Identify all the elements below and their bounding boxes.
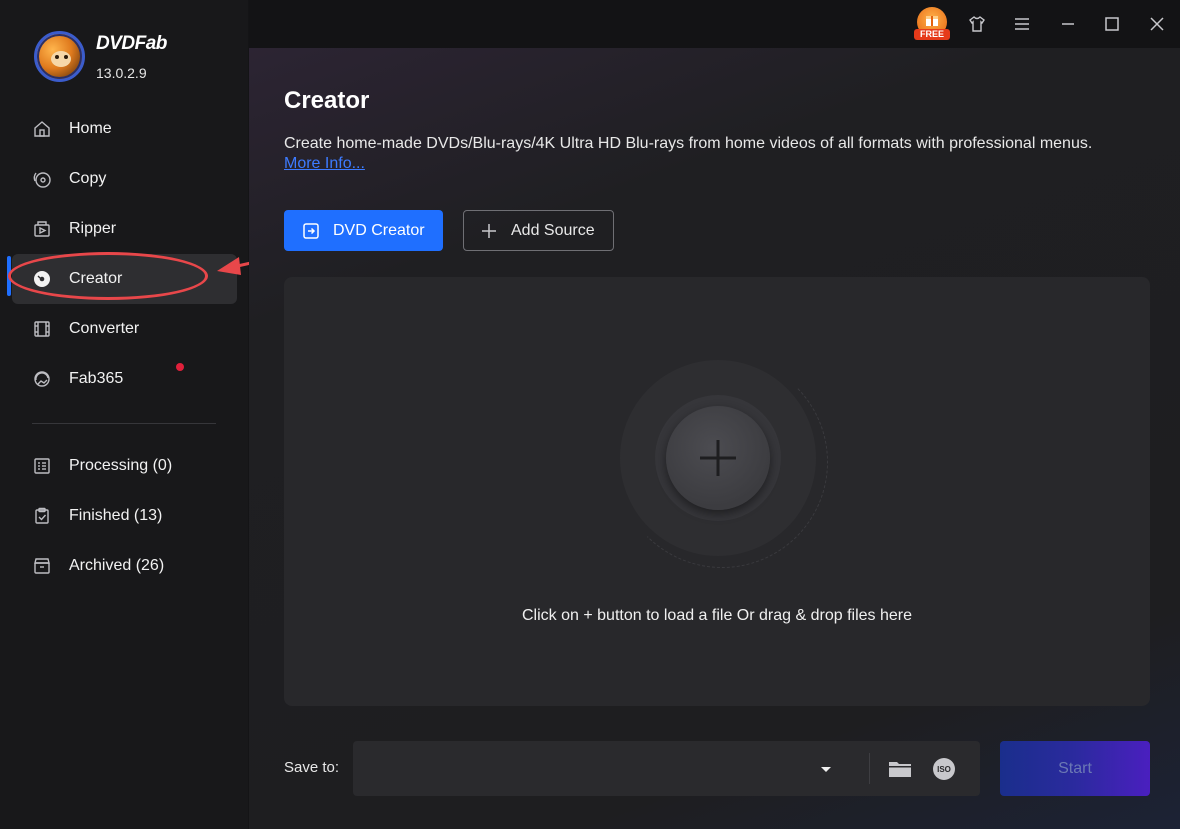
sidebar-item-label: Home (69, 120, 112, 137)
main-panel: Creator Create home-made DVDs/Blu-rays/4… (249, 48, 1180, 829)
close-icon[interactable] (1141, 8, 1173, 40)
start-button-label: Start (1058, 759, 1092, 777)
minimize-icon[interactable] (1052, 8, 1084, 40)
notification-dot (176, 363, 184, 371)
sidebar-divider (32, 423, 216, 424)
app-version: 13.0.2.9 (96, 65, 147, 81)
plus-icon (482, 223, 496, 238)
sidebar-item-label: Finished (13) (69, 507, 163, 524)
save-path-input[interactable] (353, 741, 823, 796)
archive-box-icon (32, 556, 52, 576)
page-description: Create home-made DVDs/Blu-rays/4K Ultra … (284, 135, 1093, 152)
page-title: Creator (284, 87, 370, 114)
sidebar-item-label: Fab365 (69, 370, 124, 387)
sidebar-item-copy[interactable]: Copy (12, 154, 237, 204)
clipboard-check-icon (32, 506, 52, 526)
sidebar-item-ripper[interactable]: Ripper (12, 204, 237, 254)
sidebar-item-label: Ripper (69, 220, 117, 237)
free-badge-text: FREE (914, 29, 950, 40)
fab365-icon (32, 369, 52, 389)
drop-zone[interactable]: Click on + button to load a file Or drag… (284, 277, 1150, 706)
title-bar: FREE (249, 0, 1180, 48)
film-icon (32, 319, 52, 339)
folder-icon[interactable] (887, 756, 913, 782)
chevron-down-icon[interactable] (817, 760, 835, 778)
sidebar-item-finished[interactable]: Finished (13) (12, 491, 237, 541)
sidebar-item-label: Copy (69, 170, 107, 187)
brand-name: DVDFab (96, 33, 167, 54)
sidebar-item-home[interactable]: Home (12, 104, 237, 154)
sidebar-item-archived[interactable]: Archived (26) (12, 541, 237, 591)
save-to-label: Save to: (284, 759, 340, 776)
annotation-highlight-ellipse (8, 252, 208, 300)
plus-icon (700, 440, 736, 476)
drop-hint-text: Click on + button to load a file Or drag… (522, 607, 912, 624)
sidebar-item-label: Archived (26) (69, 557, 165, 574)
processing-list-icon (32, 456, 52, 476)
start-button[interactable]: Start (1000, 741, 1150, 796)
add-file-button[interactable] (666, 406, 770, 510)
dvdfab-logo (34, 31, 85, 82)
save-separator (869, 753, 870, 784)
menu-icon[interactable] (1006, 8, 1038, 40)
sidebar: DVDFab 13.0.2.9 Home Copy Ripper Creator… (0, 0, 249, 829)
shirt-skin-icon[interactable] (961, 8, 993, 40)
ripper-icon (32, 219, 52, 239)
sidebar-item-fab365[interactable]: Fab365 (12, 354, 237, 404)
save-to-field: ISO (353, 741, 980, 796)
free-gift-icon[interactable]: FREE (914, 5, 950, 41)
maximize-icon[interactable] (1096, 8, 1128, 40)
dvd-creator-mode-button[interactable]: DVD Creator (284, 210, 443, 251)
home-icon (32, 119, 52, 139)
brand: DVDFab 13.0.2.9 (34, 31, 234, 83)
svg-text:ISO: ISO (937, 765, 951, 774)
more-info-link[interactable]: More Info... (284, 155, 365, 173)
sidebar-item-label: Processing (0) (69, 457, 173, 474)
iso-icon[interactable]: ISO (931, 756, 957, 782)
sidebar-item-label: Converter (69, 320, 140, 337)
mode-button-label: DVD Creator (333, 221, 425, 239)
add-source-label: Add Source (511, 221, 595, 239)
sidebar-item-processing[interactable]: Processing (0) (12, 441, 237, 491)
sidebar-item-converter[interactable]: Converter (12, 304, 237, 354)
mode-switch-icon (303, 222, 319, 239)
add-source-button[interactable]: Add Source (463, 210, 614, 251)
copy-icon (32, 169, 52, 189)
